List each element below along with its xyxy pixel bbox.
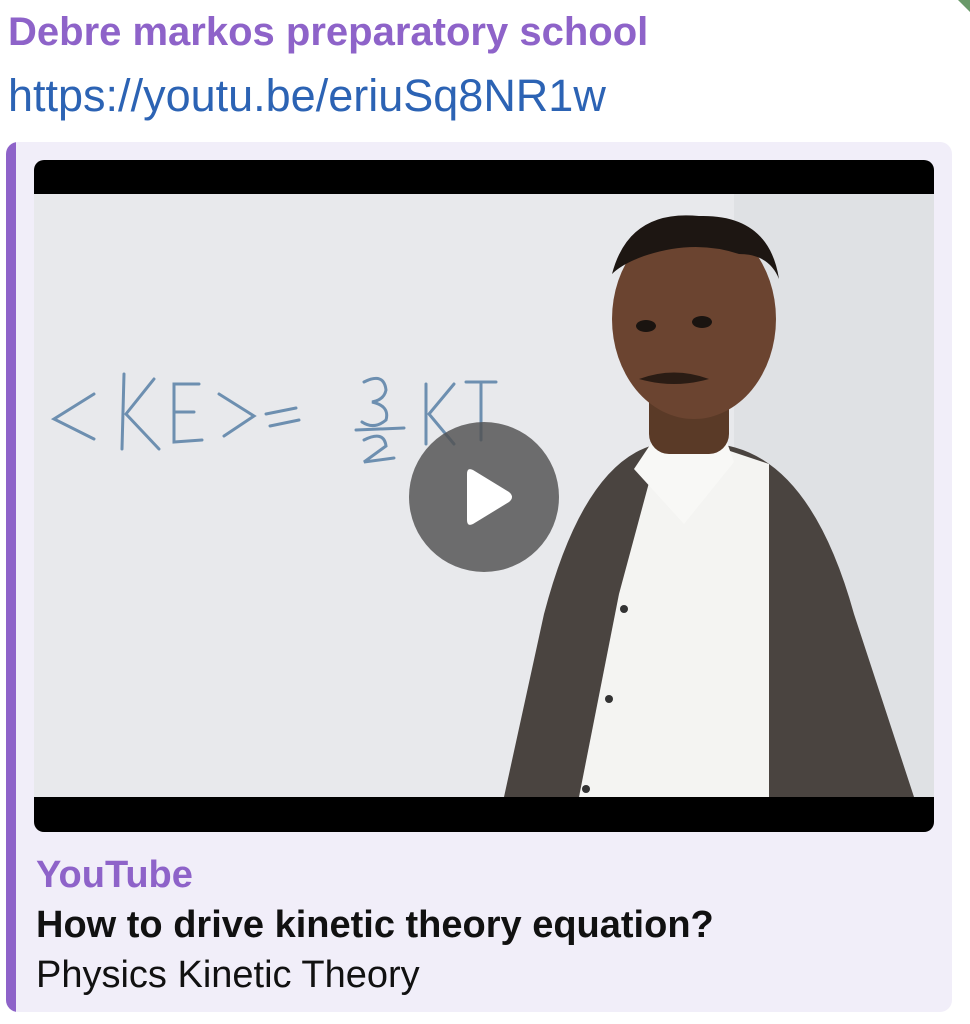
corner-decoration (958, 0, 970, 12)
play-button[interactable] (409, 422, 559, 572)
message-bubble: Debre markos preparatory school https://… (0, 0, 970, 1024)
sender-name[interactable]: Debre markos preparatory school (8, 10, 648, 55)
play-icon (467, 469, 512, 525)
preview-accent-bar (6, 142, 16, 1012)
link-preview[interactable]: YouTube How to drive kinetic theory equa… (6, 142, 952, 1012)
preview-site-name: YouTube (36, 854, 193, 896)
video-link[interactable]: https://youtu.be/eriuSq8NR1w (8, 70, 606, 122)
video-thumbnail[interactable] (34, 160, 934, 832)
preview-title: How to drive kinetic theory equation? (36, 904, 714, 946)
preview-description: Physics Kinetic Theory (36, 954, 420, 996)
